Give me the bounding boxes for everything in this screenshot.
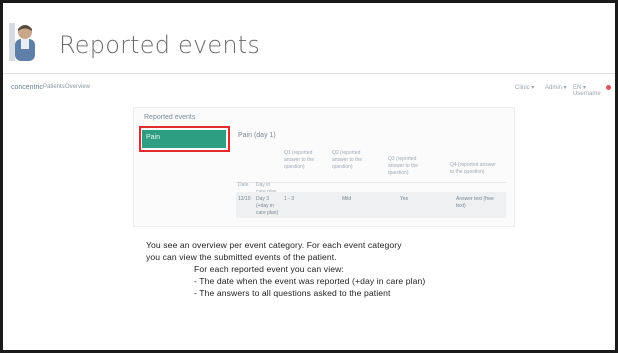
explanation-line-4: - The date when the event was reported (… — [194, 276, 426, 286]
col-q4: Q4 (reported answer to the question) — [450, 162, 496, 175]
panel-heading: Reported events — [144, 114, 196, 121]
col-date: Date — [238, 182, 249, 188]
avatar — [9, 23, 35, 61]
cell-q4: Answer text (free text) — [456, 196, 494, 209]
reported-events-panel: Reported events Pain Pain (day 1) Date D… — [133, 107, 515, 227]
explanation-box: You see an overview per event category. … — [140, 235, 512, 327]
cell-date: 12/10 — [238, 196, 251, 202]
cell-q1: 1 - 3 — [284, 196, 295, 202]
category-detail: Pain (day 1) — [238, 132, 276, 139]
nav-patients[interactable]: Patients — [43, 84, 65, 90]
col-q2: Q2 (reported answer to the question) — [332, 150, 363, 170]
divider — [3, 73, 615, 74]
cell-q3: Yes — [400, 196, 409, 202]
admin-menu[interactable]: Admin ▾ — [545, 84, 567, 91]
notification-dot[interactable] — [606, 85, 611, 90]
cell-day: Day 3 (+day in care plan) — [256, 196, 279, 216]
col-q1: Q1 (reported answer to the question) — [284, 150, 315, 170]
slide-frame: Reported events concentric Patients Over… — [0, 0, 618, 353]
app-bar: concentric Patients Overview Clinic ▾ Ad… — [3, 79, 615, 97]
explanation-line-2: you can view the submitted events of the… — [146, 252, 337, 262]
cell-q2: Mild — [342, 196, 352, 202]
page-title: Reported events — [59, 31, 261, 59]
explanation-line-5: - The answers to all questions asked to … — [194, 288, 391, 298]
clinic-menu[interactable]: Clinic ▾ — [515, 84, 534, 91]
explanation-line-1: You see an overview per event category. … — [146, 240, 402, 250]
highlight-box — [139, 126, 230, 152]
explanation-line-3: For each reported event you can view: — [194, 264, 344, 274]
app-logo: concentric — [11, 84, 43, 91]
col-q3: Q3 (reported answer to the question) — [388, 156, 419, 176]
nav-overview[interactable]: Overview — [65, 84, 90, 90]
